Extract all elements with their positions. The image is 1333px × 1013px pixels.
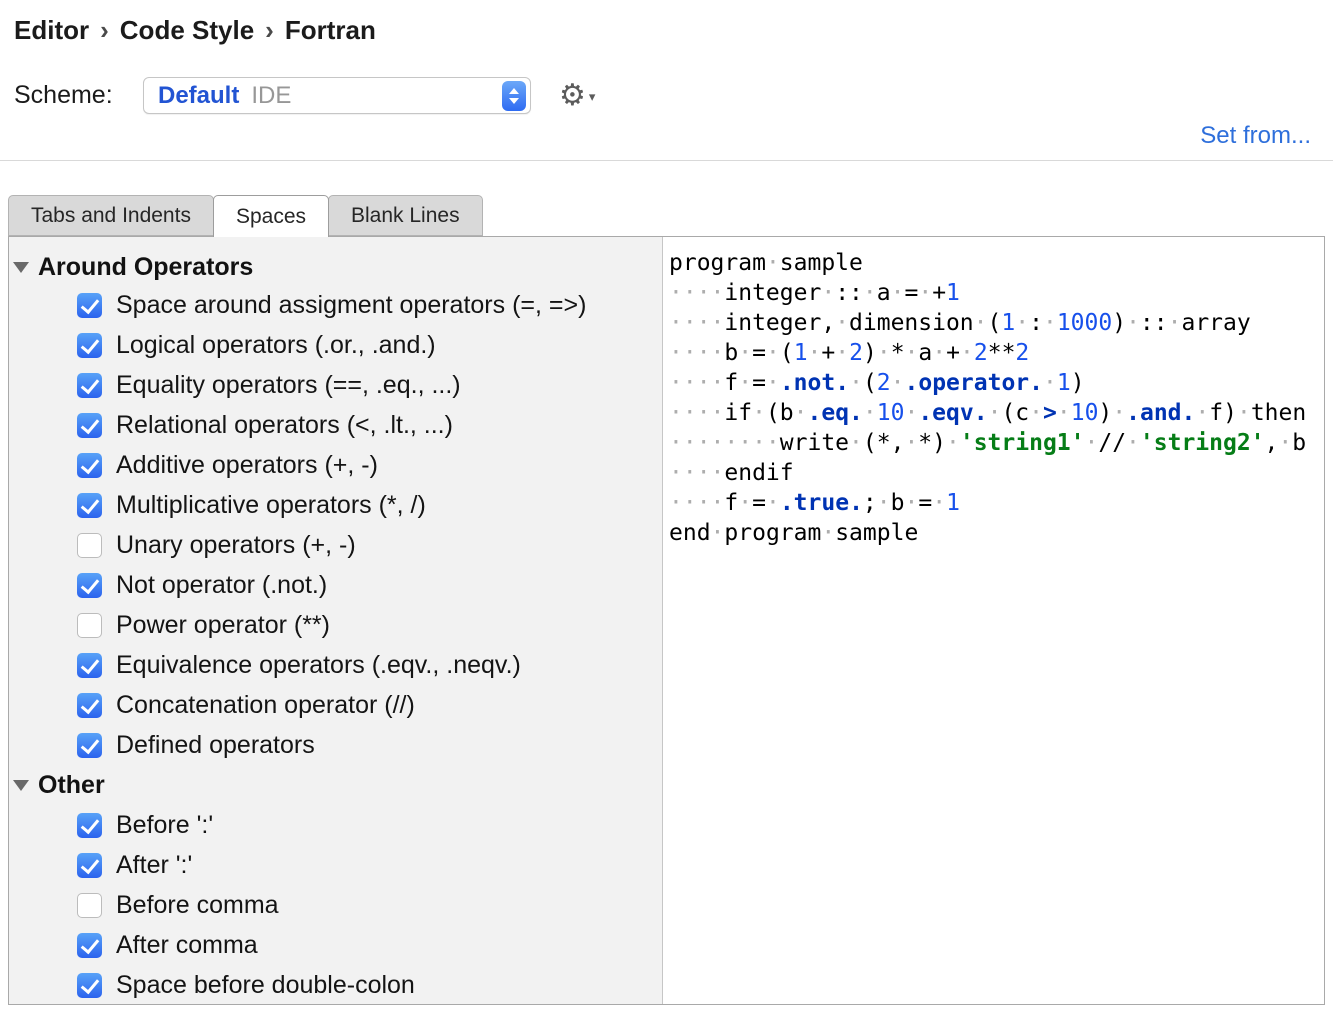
gear-icon: ⚙ [559,81,586,111]
checkbox-unchecked[interactable] [77,613,102,638]
scheme-actions-button[interactable]: ⚙ ▾ [559,81,595,111]
option-row[interactable]: After ':' [9,845,662,885]
checkbox-checked[interactable] [77,653,102,678]
checkbox-checked[interactable] [77,373,102,398]
option-row[interactable]: Before comma [9,885,662,925]
scheme-select[interactable]: Default IDE [143,77,531,114]
scheme-value-suffix: IDE [251,82,291,110]
option-label: After comma [116,931,258,960]
option-row[interactable]: Space before double-colon [9,965,662,1004]
option-row[interactable]: Additive operators (+, -) [9,445,662,485]
option-label: Concatenation operator (//) [116,691,415,720]
section-title: Around Operators [38,253,253,282]
breadcrumb-editor[interactable]: Editor [14,15,89,45]
breadcrumb: Editor › Code Style › Fortran [14,15,376,46]
option-label: Additive operators (+, -) [116,451,378,480]
code-preview: program·sample····integer·::·a·=·+1····i… [662,237,1324,1004]
breadcrumb-fortran: Fortran [285,15,376,45]
code-line: ····integer,·dimension·(1·:·1000)·::·arr… [669,308,1324,338]
option-row[interactable]: Relational operators (<, .lt., ...) [9,405,662,445]
option-label: Defined operators [116,731,315,760]
breadcrumb-separator: › [265,15,274,45]
breadcrumb-code-style[interactable]: Code Style [120,15,254,45]
code-line: ····if·(b·.eq.·10·.eqv.·(c·>·10)·.and.·f… [669,398,1324,428]
option-label: Multiplicative operators (*, /) [116,491,426,520]
option-row[interactable]: Equality operators (==, .eq., ...) [9,365,662,405]
section-header: Around Operators [9,249,662,285]
tab-tabs-and-indents[interactable]: Tabs and Indents [8,195,214,236]
option-row[interactable]: Equivalence operators (.eqv., .neqv.) [9,645,662,685]
option-row[interactable]: Defined operators [9,725,662,765]
checkbox-checked[interactable] [77,333,102,358]
checkbox-checked[interactable] [77,453,102,478]
collapse-triangle-icon[interactable] [13,780,29,791]
code-line: ····b·=·(1·+·2)·*·a·+·2**2 [669,338,1324,368]
checkbox-checked[interactable] [77,573,102,598]
option-label: Equality operators (==, .eq., ...) [116,371,461,400]
section-header: Other [9,765,662,805]
header-divider [0,160,1333,161]
stepper-icon[interactable] [502,81,526,111]
option-label: Space before double-colon [116,971,415,1000]
code-line: ····f·=·.true.;·b·=·1 [669,488,1324,518]
settings-page: Editor › Code Style › Fortran Scheme: Defaul… [0,0,1333,1013]
chevron-down-icon [509,98,519,104]
code-line: program·sample [669,248,1324,278]
tab-blank-lines[interactable]: Blank Lines [328,195,483,236]
option-label: Relational operators (<, .lt., ...) [116,411,453,440]
section-title: Other [38,771,105,800]
code-line: ····f·=·.not.·(2·.operator.·1) [669,368,1324,398]
options-panel: Around Operators Space around assigment o… [9,237,662,1004]
checkbox-checked[interactable] [77,733,102,758]
scheme-row: Scheme: Default IDE ⚙ ▾ [14,77,595,114]
option-row[interactable]: Power operator (**) [9,605,662,645]
code-line: ········write·(*,·*)·'string1'·//·'strin… [669,428,1324,458]
tab-strip: Tabs and Indents Spaces Blank Lines [8,195,482,237]
option-label: Not operator (.not.) [116,571,327,600]
scheme-label: Scheme: [14,81,143,110]
option-row[interactable]: Before ':' [9,805,662,845]
collapse-triangle-icon[interactable] [13,262,29,273]
option-row[interactable]: Multiplicative operators (*, /) [9,485,662,525]
code-line: ····endif [669,458,1324,488]
option-label: After ':' [116,851,192,880]
checkbox-checked[interactable] [77,973,102,998]
checkbox-checked[interactable] [77,813,102,838]
option-row[interactable]: Unary operators (+, -) [9,525,662,565]
option-label: Unary operators (+, -) [116,531,356,560]
content-area: Around Operators Space around assigment o… [8,236,1325,1005]
checkbox-checked[interactable] [77,853,102,878]
chevron-up-icon [509,88,519,94]
option-label: Before comma [116,891,279,920]
checkbox-checked[interactable] [77,493,102,518]
code-line: ····integer·::·a·=·+1 [669,278,1324,308]
option-label: Equivalence operators (.eqv., .neqv.) [116,651,521,680]
set-from-link[interactable]: Set from... [1200,122,1311,150]
checkbox-checked[interactable] [77,293,102,318]
option-row[interactable]: After comma [9,925,662,965]
caret-down-icon: ▾ [589,90,596,105]
breadcrumb-separator: › [100,15,109,45]
checkbox-checked[interactable] [77,693,102,718]
option-label: Before ':' [116,811,213,840]
option-label: Logical operators (.or., .and.) [116,331,436,360]
option-row[interactable]: Concatenation operator (//) [9,685,662,725]
option-label: Space around assigment operators (=, =>) [116,291,586,320]
checkbox-unchecked[interactable] [77,893,102,918]
checkbox-checked[interactable] [77,933,102,958]
code-line: end·program·sample [669,518,1324,548]
checkbox-checked[interactable] [77,413,102,438]
scheme-selected-value: Default [158,82,239,110]
tab-spaces[interactable]: Spaces [213,195,329,237]
option-label: Power operator (**) [116,611,330,640]
option-row[interactable]: Space around assigment operators (=, =>) [9,285,662,325]
option-row[interactable]: Not operator (.not.) [9,565,662,605]
checkbox-unchecked[interactable] [77,533,102,558]
option-row[interactable]: Logical operators (.or., .and.) [9,325,662,365]
